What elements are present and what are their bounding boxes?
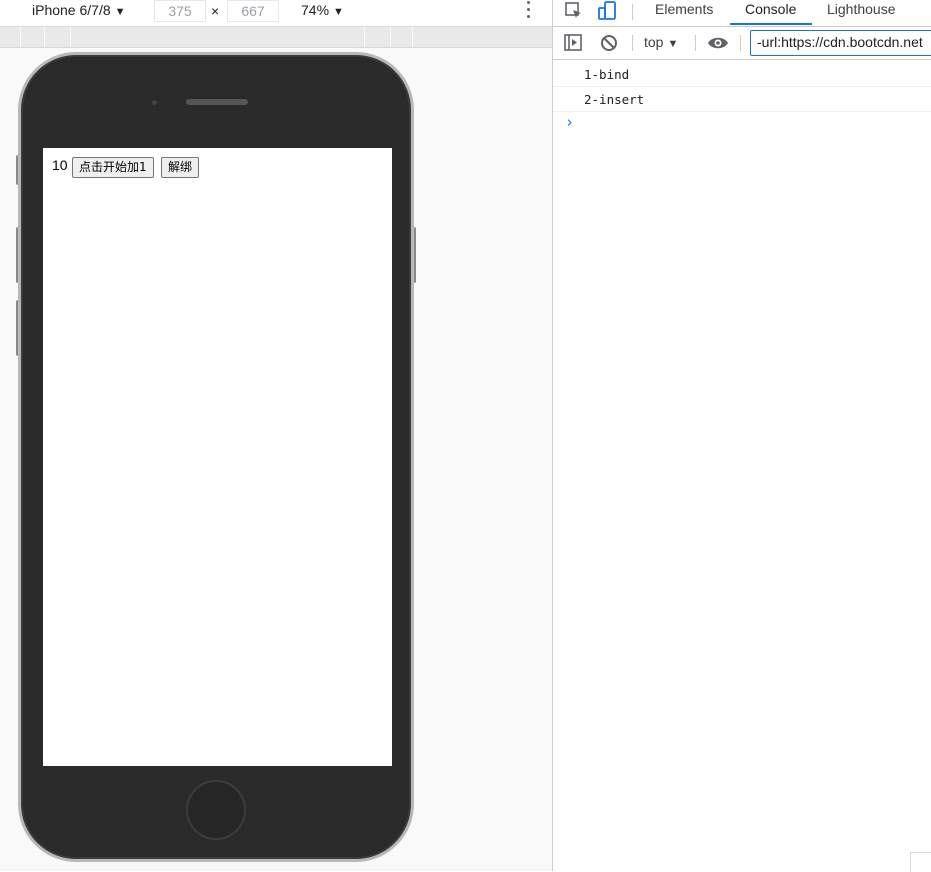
chevron-down-icon: ▼ xyxy=(667,38,679,50)
media-query-ruler[interactable] xyxy=(0,27,552,48)
counter-value: 10 xyxy=(52,157,68,173)
tab-lighthouse[interactable]: Lighthouse xyxy=(827,0,896,26)
zoom-select[interactable]: 74% ▼ xyxy=(301,1,344,21)
console-message: 1-bind xyxy=(553,61,931,87)
console-message-text: 2-insert xyxy=(584,92,645,107)
zoom-value: 74% xyxy=(301,2,330,18)
device-select[interactable]: iPhone 6/7/8 ▼ xyxy=(32,1,126,21)
devtools-tab-bar: Elements Console Lighthouse xyxy=(553,0,931,27)
toolbar-divider xyxy=(740,35,741,51)
camera-icon xyxy=(152,100,157,105)
active-tab-indicator xyxy=(730,23,812,25)
dimension-separator: × xyxy=(211,3,220,19)
device-toolbar: iPhone 6/7/8 ▼ 375 × 667 74% ▼ xyxy=(0,0,552,27)
drawer-corner xyxy=(910,852,931,872)
console-prompt[interactable]: › xyxy=(565,113,574,131)
inspect-element-icon[interactable] xyxy=(564,1,584,21)
tab-elements[interactable]: Elements xyxy=(655,0,713,26)
toolbar-divider xyxy=(695,35,696,51)
start-increment-button[interactable]: 点击开始加1 xyxy=(72,157,154,178)
speaker-grille xyxy=(186,99,248,105)
console-message: 2-insert xyxy=(553,86,931,112)
toolbar-divider xyxy=(632,35,633,51)
toolbar-divider xyxy=(632,4,633,20)
device-toggle-icon[interactable] xyxy=(597,1,617,21)
console-toolbar: top ▼ -url:https://cdn.bootcdn.net xyxy=(553,27,931,60)
context-value: top xyxy=(644,34,664,50)
emulated-screen: 10 点击开始加1 解绑 xyxy=(43,148,392,766)
home-button[interactable] xyxy=(186,780,246,840)
height-input[interactable]: 667 xyxy=(227,0,279,22)
devtools-panel: Elements Console Lighthouse top ▼ -url:h… xyxy=(552,0,931,872)
chevron-down-icon: ▼ xyxy=(114,6,126,18)
sidebar-toggle-icon[interactable] xyxy=(563,33,583,53)
console-filter-input[interactable]: -url:https://cdn.bootcdn.net xyxy=(750,30,931,56)
context-select[interactable]: top ▼ xyxy=(644,34,678,50)
device-name: iPhone 6/7/8 xyxy=(32,2,111,18)
unbind-button[interactable]: 解绑 xyxy=(161,157,200,178)
clear-console-icon[interactable] xyxy=(599,33,619,53)
width-input[interactable]: 375 xyxy=(154,0,206,22)
eye-icon[interactable] xyxy=(707,33,728,53)
console-message-text: 1-bind xyxy=(584,67,630,82)
more-options-icon[interactable] xyxy=(524,0,534,20)
chevron-down-icon: ▼ xyxy=(333,6,344,18)
device-emulation-pane: iPhone 6/7/8 ▼ 375 × 667 74% ▼ 10 点击开始加1 解… xyxy=(0,0,552,871)
